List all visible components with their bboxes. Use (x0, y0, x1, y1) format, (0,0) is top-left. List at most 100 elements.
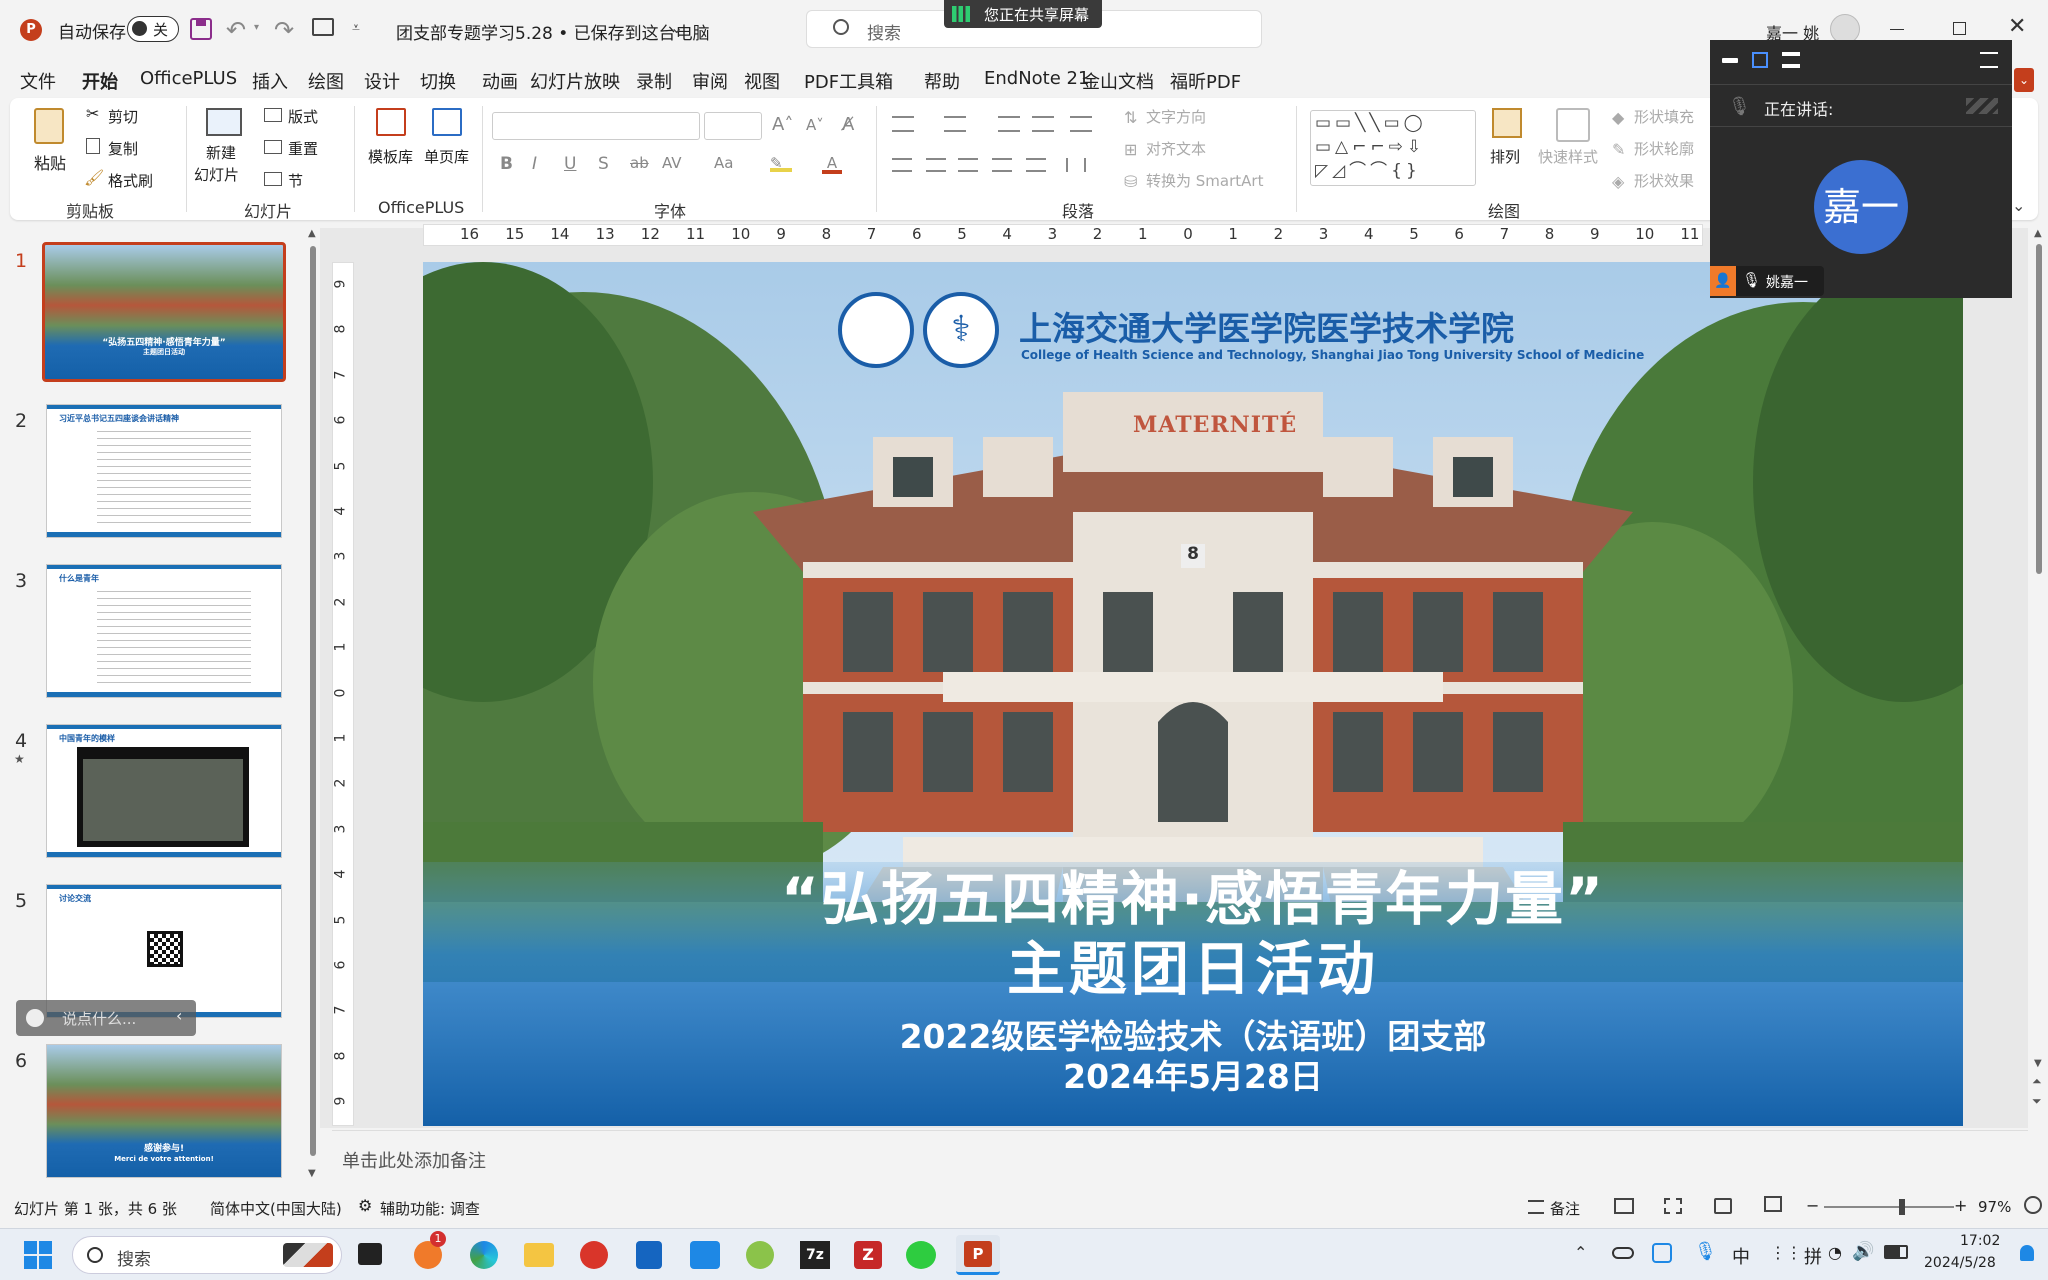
slide-thumbnail[interactable]: 习近平总书记五四座谈会讲话精神 (46, 404, 282, 538)
normal-view-icon[interactable] (1614, 1198, 1634, 1214)
align-right-icon[interactable] (958, 158, 978, 172)
taskbar-search[interactable]: 搜索 (72, 1236, 342, 1274)
shape-effects-button[interactable]: 形状效果 (1634, 170, 1694, 191)
chat-input-popup[interactable]: 说点什么... ‹ (16, 1000, 196, 1036)
fit-to-window-icon[interactable] (2024, 1196, 2042, 1214)
decrease-font-icon[interactable]: A˅ (806, 116, 824, 134)
change-case-icon[interactable]: Aa (714, 154, 733, 172)
thumbnail-scrollbar[interactable]: ▲ ▼ (306, 228, 320, 1188)
slide-thumbnail[interactable]: 中国青年的模样 (46, 724, 282, 858)
ime-pinyin[interactable]: 拼 (1804, 1243, 1822, 1269)
tray-mic-icon[interactable]: 🎙 (1694, 1241, 1717, 1262)
notification-bell-icon[interactable] (2020, 1245, 2034, 1261)
highlight-icon[interactable]: ✎ (770, 154, 792, 172)
minimize-icon[interactable] (1890, 29, 1904, 30)
canvas-scroll-thumb[interactable] (2036, 244, 2042, 574)
char-spacing-icon[interactable]: AV (662, 154, 682, 172)
font-size-box[interactable] (704, 112, 762, 140)
increase-font-icon[interactable]: A˄ (772, 114, 793, 135)
menu-15[interactable]: 金山文档 (1082, 68, 1154, 94)
autosave-toggle[interactable]: 关 (127, 16, 179, 42)
notes-button[interactable]: 备注 (1550, 1198, 1580, 1219)
canvas-scrollbar[interactable]: ▲ ▼ ⏶ ⏷ (2030, 228, 2048, 1128)
participant-tag[interactable]: 👤 🎙 姚嘉一 (1710, 266, 1824, 296)
slide-counter[interactable]: 幻灯片 第 1 张，共 6 张 (14, 1198, 177, 1219)
maximize-icon[interactable] (1953, 22, 1966, 35)
menu-4[interactable]: 绘图 (308, 68, 344, 94)
menu-16[interactable]: 福昕PDF (1170, 68, 1241, 94)
menu-14[interactable]: EndNote 21 (984, 68, 1089, 89)
windows-start-icon[interactable] (24, 1241, 52, 1269)
blue-cube-app-icon[interactable] (636, 1241, 662, 1269)
slide-thumbnail[interactable]: 感谢参与! Merci de votre attention! (46, 1044, 282, 1178)
numbering-icon[interactable] (944, 116, 966, 132)
wifi-icon[interactable]: ◔ (1828, 1243, 1842, 1262)
ime-settings-icon[interactable]: ⋮⋮ (1770, 1243, 1802, 1262)
menu-9[interactable]: 录制 (636, 68, 672, 94)
clock-time[interactable]: 17:02 (1960, 1233, 2000, 1249)
italic-icon[interactable]: I (532, 154, 537, 174)
app-tray-icon[interactable] (1652, 1243, 1672, 1263)
undo-icon[interactable]: ↶ (226, 16, 246, 44)
canvas-scroll-up-icon[interactable]: ▲ (2034, 228, 2042, 239)
zoom-level[interactable]: 97% (1978, 1198, 2011, 1216)
7zip-icon[interactable]: 7z (800, 1241, 830, 1269)
shape-outline-button[interactable]: 形状轮廓 (1634, 138, 1694, 159)
align-center-icon[interactable] (926, 158, 946, 172)
font-name-box[interactable] (492, 112, 700, 140)
format-painter-button[interactable]: 格式刷 (108, 170, 153, 191)
template-library-button[interactable]: 模板库 (366, 106, 420, 172)
distributed-icon[interactable] (1026, 158, 1046, 172)
photos-app-icon[interactable] (690, 1241, 720, 1269)
justify-icon[interactable] (992, 158, 1012, 172)
undo-dropdown-icon[interactable]: ▾ (254, 22, 259, 33)
slide-thumbnail[interactable]: 讨论交流 (46, 884, 282, 1018)
reading-view-icon[interactable] (1714, 1198, 1732, 1214)
present-from-start-icon[interactable] (312, 18, 334, 36)
tray-expand-icon[interactable]: ⌃ (1574, 1243, 1587, 1262)
customize-toolbar-icon[interactable]: ⩡ (352, 20, 360, 36)
menu-6[interactable]: 切换 (420, 68, 456, 94)
ime-chinese[interactable]: 中 (1732, 1243, 1750, 1269)
ribbon-expand-icon[interactable]: ⌄ (2012, 196, 2025, 215)
shadow-icon[interactable]: S (598, 154, 609, 174)
save-icon[interactable] (190, 18, 212, 40)
ribbon-collapse-icon[interactable]: ⌄ (2014, 68, 2034, 92)
accessibility-status[interactable]: 辅助功能: 调查 (380, 1198, 480, 1219)
reset-button[interactable]: 重置 (288, 138, 318, 159)
current-slide[interactable]: ⚕ 上海交通大学医学院医学技术学院 College of Health Scie… (423, 262, 1963, 1126)
notes-pane[interactable]: 单击此处添加备注 (332, 1130, 2028, 1186)
edge-browser-icon[interactable] (470, 1241, 498, 1269)
emoji-icon[interactable] (26, 1009, 44, 1027)
task-view-icon[interactable] (358, 1243, 382, 1265)
paste-button[interactable]: 粘贴 (30, 106, 74, 186)
overlay-menu-icon[interactable] (1980, 52, 1998, 68)
align-text-button[interactable]: 对齐文本 (1146, 138, 1206, 159)
increase-indent-icon[interactable] (1032, 116, 1054, 132)
clock-date[interactable]: 2024/5/28 (1924, 1255, 1996, 1271)
chat-collapse-icon[interactable]: ‹ (176, 1006, 182, 1025)
font-color-icon[interactable]: A (822, 154, 842, 174)
arrange-button[interactable]: 排列 (1486, 106, 1532, 186)
zoom-in-icon[interactable]: + (1954, 1196, 1967, 1215)
menu-5[interactable]: 设计 (364, 68, 400, 94)
zotero-icon[interactable]: Z (854, 1241, 882, 1269)
line-spacing-icon[interactable] (1070, 116, 1092, 132)
screen-share-banner[interactable]: 您正在共享屏幕 (944, 0, 1102, 28)
menu-1[interactable]: 开始 (82, 68, 118, 102)
clear-format-icon[interactable]: A̸ (842, 114, 854, 135)
text-direction-button[interactable]: 文字方向 (1146, 106, 1206, 127)
slide-sorter-icon[interactable] (1664, 1198, 1682, 1214)
prev-slide-icon[interactable]: ⏶ (2032, 1074, 2042, 1089)
zoom-slider-thumb[interactable] (1899, 1199, 1905, 1215)
single-page-library-button[interactable]: 单页库 (422, 106, 476, 172)
layout-button[interactable]: 版式 (288, 106, 318, 127)
redo-icon[interactable]: ↷ (274, 16, 294, 44)
slideshow-icon[interactable] (1764, 1196, 1782, 1212)
canvas-scroll-down-icon[interactable]: ▼ (2034, 1058, 2042, 1069)
new-slide-button[interactable]: 新建 幻灯片 (192, 106, 258, 186)
shape-fill-button[interactable]: 形状填充 (1634, 106, 1694, 127)
cut-button[interactable]: 剪切 (108, 106, 138, 127)
overlay-window-icon[interactable] (1752, 52, 1768, 68)
next-slide-icon[interactable]: ⏷ (2032, 1094, 2042, 1109)
